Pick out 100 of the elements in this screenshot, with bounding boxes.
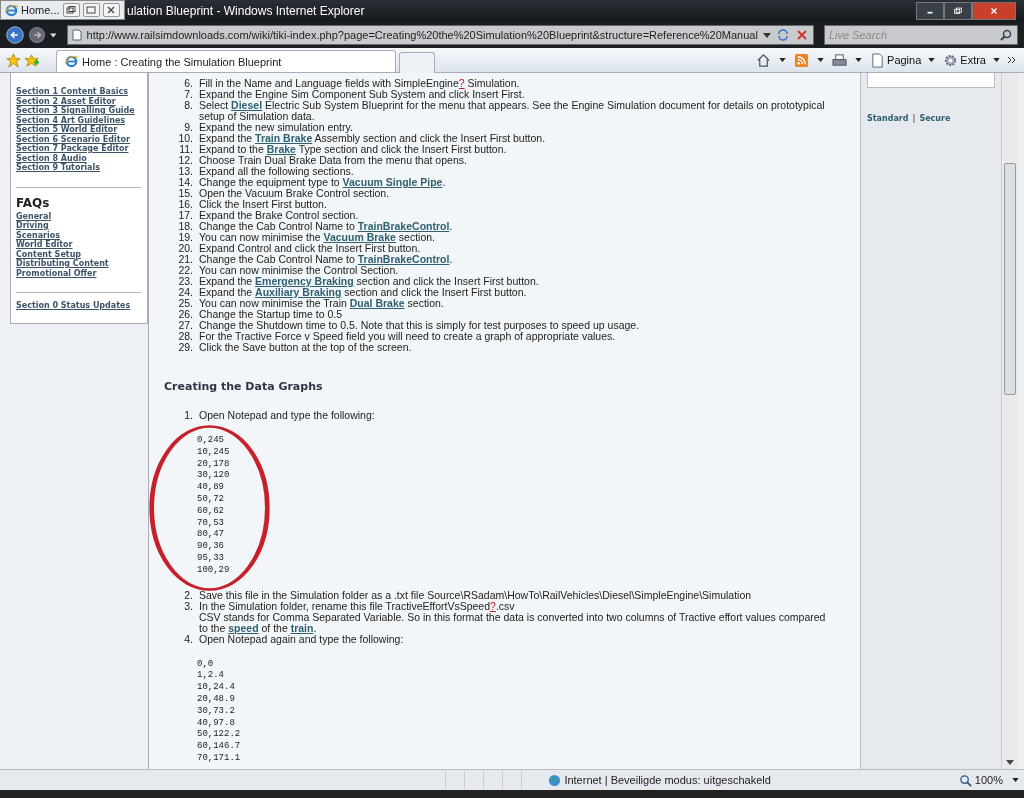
sidebar-link[interactable]: Driving — [16, 221, 142, 231]
printer-icon[interactable] — [832, 52, 848, 68]
sidebar-link[interactable]: Section 6 Scenario Editor — [16, 134, 142, 144]
dropdown-icon[interactable] — [855, 58, 863, 62]
step-number: 3. — [183, 600, 194, 614]
missing-page-link[interactable]: ? — [490, 599, 496, 612]
scrollbar-thumb[interactable] — [1004, 163, 1016, 395]
add-favorite-icon[interactable] — [24, 52, 39, 68]
restore-icon — [66, 6, 77, 14]
feed-icon[interactable] — [794, 52, 810, 68]
sidebar-link[interactable]: Section 4 Art Guidelines — [16, 115, 142, 125]
step-number: 11. — [178, 144, 194, 155]
dropdown-icon[interactable] — [50, 32, 57, 38]
sidebar-link[interactable]: General — [16, 211, 142, 221]
browser-logo-icon — [65, 55, 78, 68]
input-field[interactable] — [867, 73, 995, 88]
back-button[interactable] — [6, 24, 24, 46]
search-icon[interactable] — [999, 28, 1013, 42]
search-box[interactable]: Live Search — [823, 25, 1018, 45]
wiki-link[interactable]: Vacuum Brake — [323, 231, 396, 243]
step-text: Change the equipment type to Vacuum Single Pipe. — [199, 177, 446, 188]
dropdown-icon — [993, 58, 1000, 62]
wiki-link[interactable]: Dual Brake — [349, 297, 405, 309]
sidebar-link[interactable]: Scenarios — [16, 230, 142, 240]
home-icon[interactable] — [756, 52, 772, 68]
sidebar-link[interactable]: Promotional Offer — [16, 268, 142, 278]
step-number: 20. — [177, 243, 194, 254]
missing-page-link[interactable]: ? — [458, 77, 465, 89]
step-text: Open Notepad and type the following: — [199, 410, 375, 421]
dropdown-icon[interactable] — [1012, 778, 1019, 782]
sidebar-link[interactable]: Section 5 World Editor — [16, 125, 142, 135]
sidebar-link[interactable]: Section 2 Asset Editor — [16, 96, 142, 106]
tools-menu[interactable]: Extra — [943, 52, 1005, 68]
step-number: 26. — [177, 309, 194, 320]
code-line: 1,2.4 — [197, 670, 225, 683]
code-line: 70,53 — [197, 517, 225, 530]
sidebar-link[interactable]: Section 0 Status Updates — [16, 301, 142, 311]
restore-button[interactable] — [62, 3, 80, 17]
star-icon[interactable] — [6, 52, 21, 68]
code-line: 60,146.7 — [197, 741, 242, 753]
dropdown-icon[interactable] — [762, 32, 771, 38]
search-field[interactable]: Live Search — [828, 29, 999, 41]
step-number: 23. — [177, 276, 194, 287]
close-icon — [106, 6, 117, 14]
sidebar-link[interactable]: World Editor — [16, 240, 142, 250]
forward-button[interactable] — [28, 24, 46, 46]
step-text: Click the Save button at the top of the screen. — [199, 342, 412, 353]
zoom-level[interactable]: 100% — [950, 773, 1003, 787]
wiki-link[interactable]: Emergency Braking — [255, 275, 354, 287]
code-line: 10,24.4 — [197, 682, 236, 694]
code-line: 70,171.1 — [197, 752, 242, 765]
sidebar-link[interactable]: Section 3 Signalling Guide — [16, 106, 142, 116]
step-number: 28. — [177, 331, 194, 342]
restore-icon — [953, 7, 963, 15]
wiki-link[interactable]: Brake — [266, 143, 296, 155]
step-number: 17. — [177, 210, 194, 221]
sidebar-link[interactable]: Distributing Content — [16, 259, 142, 269]
code-line: 40,97.8 — [197, 717, 236, 730]
scroll-down-icon[interactable] — [1006, 760, 1014, 765]
step-number: 6. — [183, 78, 194, 89]
step-number: 18. — [177, 221, 194, 232]
magnifier-icon — [958, 773, 972, 787]
code-line: 100,29 — [197, 564, 231, 577]
sidebar-link[interactable]: Content Setup — [16, 249, 142, 259]
step-text: Fill in the Name and Language fields with SimpleEngine? Simulation. — [199, 78, 520, 89]
sidebar-link[interactable]: Section 8 Audio — [16, 153, 142, 163]
address-field[interactable]: http://www.railsimdownloads.com/wiki/tiki-index.php?page=Creating%20the%20Simulation%20Blueprint&structure=Reference%20Manual — [66, 25, 814, 45]
stop-icon[interactable] — [794, 28, 809, 42]
wiki-link[interactable]: Diesel — [231, 99, 263, 111]
code-line: 30,120 — [197, 470, 231, 483]
scrollbar[interactable] — [1001, 73, 1018, 769]
step-number: 13. — [177, 166, 194, 177]
step-number: 27. — [177, 320, 194, 331]
wiki-link[interactable]: Train Brake — [255, 132, 313, 144]
page-icon — [71, 29, 82, 41]
step-text: Choose Train Dual Brake Data from the menu that opens. — [199, 155, 467, 166]
theme-link[interactable]: Secure — [919, 114, 951, 123]
tab-thumbnail[interactable]: Home... — [0, 0, 125, 20]
page-menu[interactable]: Pagina — [870, 52, 941, 68]
code-line: 30,73.2 — [197, 705, 236, 718]
restore-button[interactable] — [944, 2, 972, 20]
theme-link[interactable]: Standard — [867, 114, 909, 123]
sidebar-link[interactable]: Section 9 Tutorials — [16, 163, 142, 173]
dropdown-icon[interactable] — [779, 58, 787, 62]
close-button[interactable] — [102, 3, 120, 17]
window-title: ulation Blueprint - Windows Internet Explorer — [127, 4, 365, 18]
dropdown-icon[interactable] — [817, 58, 825, 62]
code-line: 50,122.2 — [197, 729, 242, 742]
wiki-link[interactable]: Auxiliary Braking — [255, 286, 342, 298]
sidebar-link[interactable]: Section 7 Package Editor — [16, 144, 142, 154]
section-heading: Creating the Data Graphs — [164, 380, 324, 393]
step-number: 9. — [183, 122, 194, 133]
wiki-link[interactable]: speed — [228, 621, 259, 634]
step-text: Expand the new simulation entry. — [199, 122, 353, 133]
sidebar-link[interactable]: Section 1 Content Basics — [16, 87, 142, 97]
step-number: 12. — [177, 155, 194, 166]
step-note: CSV stands for Comma Separated Variable. So in this format the data is converted into two columns of Tractive effort values compared to the speed of the train. — [199, 611, 827, 634]
gear-icon — [943, 52, 959, 68]
browser-tab[interactable]: Home : Creating the Simulation Blueprint — [56, 50, 396, 72]
more-icon[interactable] — [1008, 57, 1018, 63]
